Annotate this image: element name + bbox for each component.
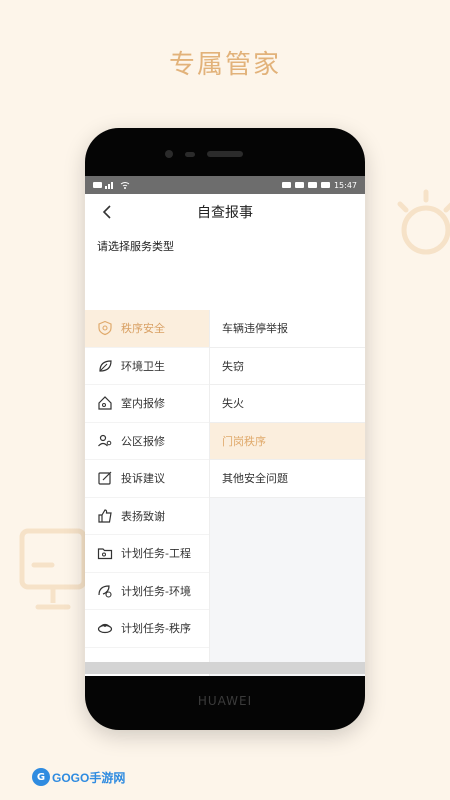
battery-icon	[320, 182, 330, 188]
alarm-icon	[294, 182, 304, 188]
category-label: 投诉建议	[121, 472, 165, 486]
people-icon	[97, 433, 113, 449]
category-label: 计划任务-工程	[121, 547, 191, 561]
leaf-gear-icon	[97, 583, 113, 599]
thumbs-up-icon	[97, 508, 113, 524]
category-item[interactable]: 环境卫生	[85, 348, 209, 385]
subcategory-item[interactable]: 车辆违停举报	[210, 310, 365, 348]
category-item[interactable]: 表扬致谢	[85, 498, 209, 535]
page-title: 自查报事	[197, 205, 253, 221]
watermark-text: GOGO手游网	[52, 770, 126, 785]
sun-decoration-icon	[397, 189, 450, 255]
phone-frame: 15:47 自查报事 请选择服务类型 秩序安全环境卫生室内报修公区报修投诉建议表…	[85, 128, 365, 730]
monitor-decoration-icon	[19, 528, 87, 610]
subcategory-label: 失窃	[222, 359, 244, 373]
promo-title: 专属管家	[168, 50, 281, 80]
subcategory-item[interactable]: 门岗秩序	[210, 422, 365, 460]
sensor-dot	[185, 152, 195, 157]
category-label: 计划任务-环境	[121, 584, 191, 598]
subcategory-label: 门岗秩序	[222, 434, 266, 448]
wifi-icon	[120, 182, 130, 189]
house-icon	[97, 395, 113, 411]
status-bar: 15:47	[85, 176, 365, 194]
camera-dot	[165, 150, 173, 158]
subcategory-label: 车辆违停举报	[222, 322, 288, 336]
category-label: 秩序安全	[121, 322, 165, 336]
leaf-icon	[97, 358, 113, 374]
earpiece-speaker	[207, 151, 243, 157]
subcategory-item[interactable]: 失火	[210, 385, 365, 423]
screen-bottom-bar	[85, 662, 365, 674]
watermark: G GOGO手游网	[32, 768, 125, 786]
subcategory-item[interactable]: 失窃	[210, 347, 365, 385]
category-item[interactable]: 室内报修	[85, 385, 209, 423]
category-item[interactable]: 计划任务-秩序	[85, 610, 209, 648]
section-label: 请选择服务类型	[97, 240, 174, 253]
back-button[interactable]	[97, 202, 117, 222]
nfc-icon	[281, 182, 291, 188]
category-panes: 秩序安全环境卫生室内报修公区报修投诉建议表扬致谢计划任务-工程 计划任务-环境 计划…	[85, 310, 365, 676]
subcategory-list: 车辆违停举报 失窃失火门岗秩序其他安全问题	[210, 310, 365, 676]
status-time: 15:47	[333, 180, 357, 190]
category-item[interactable]: 公区报修	[85, 423, 209, 460]
shield-icon	[97, 320, 113, 336]
signal-icon	[105, 182, 113, 189]
category-item[interactable]: 投诉建议	[85, 460, 209, 498]
category-label: 公区报修	[121, 434, 165, 448]
category-label: 环境卫生	[121, 359, 165, 373]
subcategory-label: 其他安全问题	[222, 472, 288, 486]
subcategory-label: 失火	[222, 397, 244, 411]
category-list: 秩序安全环境卫生室内报修公区报修投诉建议表扬致谢计划任务-工程 计划任务-环境 计划…	[85, 310, 210, 676]
notification-icon	[93, 182, 102, 188]
category-item[interactable]: 秩序安全	[85, 310, 209, 348]
category-label: 计划任务-秩序	[121, 622, 191, 636]
cap-icon	[97, 620, 113, 636]
category-item[interactable]: 计划任务-环境	[85, 573, 209, 610]
device-brand: HUAWEI	[197, 694, 253, 708]
vibrate-icon	[307, 182, 317, 188]
category-label: 室内报修	[121, 397, 165, 411]
gogo-logo-icon: G	[32, 768, 50, 786]
edit-icon	[97, 470, 113, 486]
subcategory-item[interactable]: 其他安全问题	[210, 460, 365, 498]
category-item[interactable]: 计划任务-工程	[85, 535, 209, 573]
folder-icon	[97, 545, 113, 561]
chevron-left-icon	[102, 205, 111, 219]
nav-bar: 自查报事	[85, 194, 365, 230]
category-label: 表扬致谢	[121, 509, 165, 523]
